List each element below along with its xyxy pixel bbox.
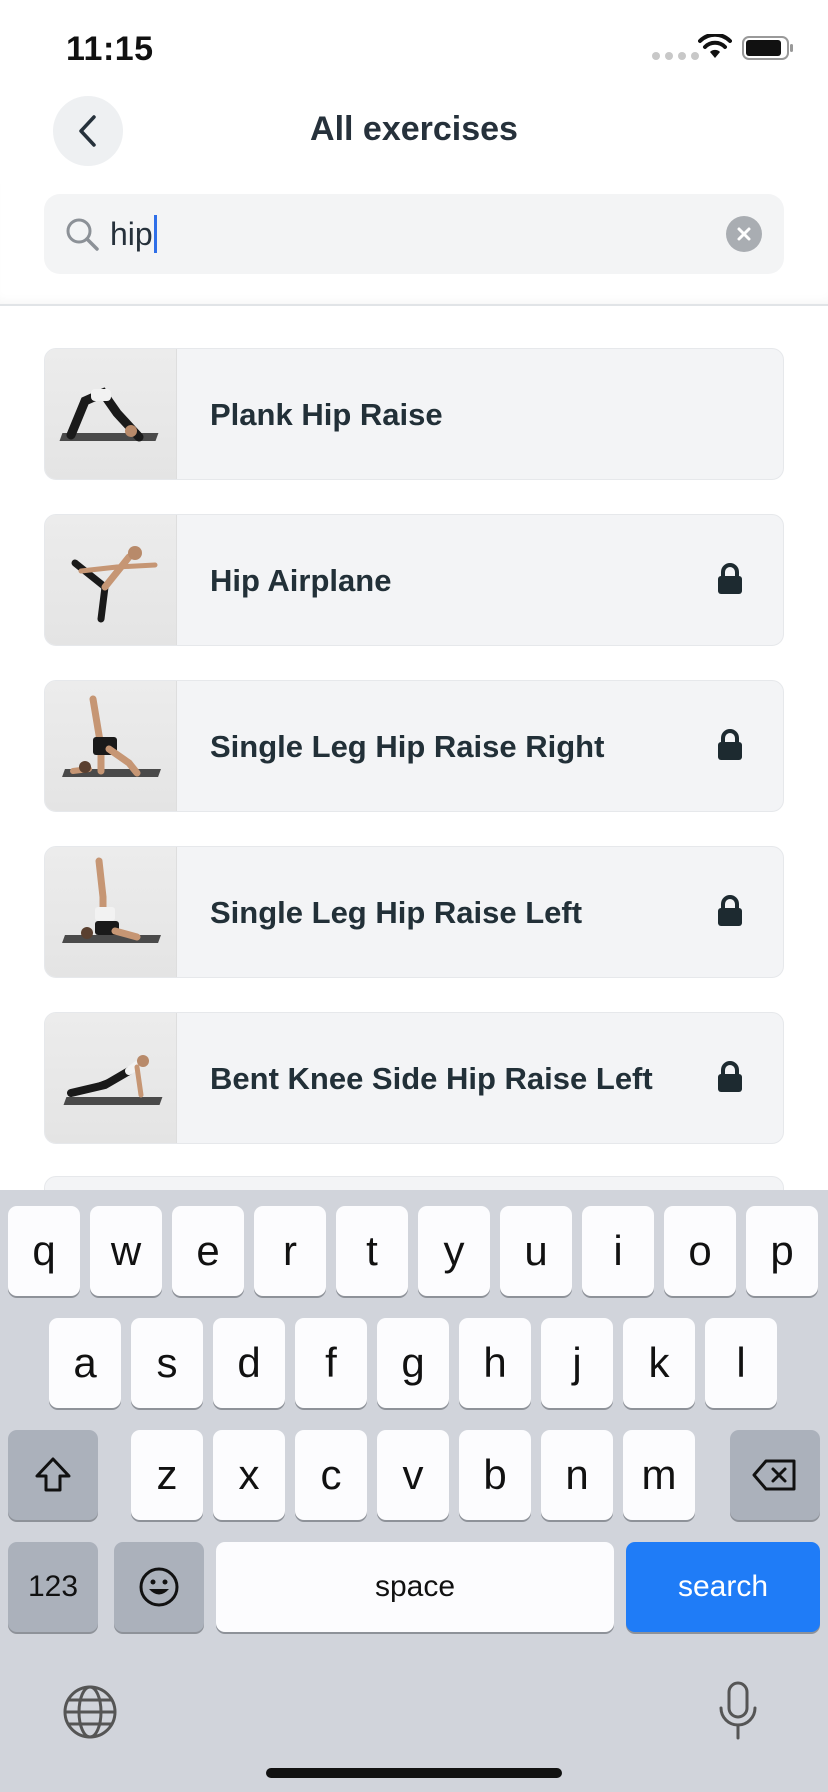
lock-icon — [718, 729, 742, 760]
exercise-item[interactable]: Single Leg Hip Raise Left — [44, 846, 784, 978]
exercise-name: Bent Knee Side Hip Raise Left — [210, 1061, 653, 1096]
navigation-header: All exercises — [0, 96, 828, 184]
exercise-item[interactable]: Bent Knee Side Hip Raise Left — [44, 1012, 784, 1144]
cellular-signal-icon — [652, 52, 699, 60]
key-b[interactable]: b — [459, 1430, 531, 1520]
emoji-icon — [139, 1567, 179, 1607]
key-i[interactable]: i — [582, 1206, 654, 1296]
space-key[interactable]: space — [216, 1542, 614, 1632]
search-field[interactable]: hip — [44, 194, 784, 274]
backspace-icon — [752, 1459, 796, 1491]
key-y[interactable]: y — [418, 1206, 490, 1296]
status-time: 11:15 — [66, 30, 154, 68]
exercise-item[interactable]: Hip Airplane — [44, 514, 784, 646]
search-key[interactable]: search — [626, 1542, 820, 1632]
key-m[interactable]: m — [623, 1430, 695, 1520]
shift-icon — [35, 1457, 71, 1492]
lock-icon — [718, 563, 742, 594]
text-caret — [153, 214, 157, 253]
key-o[interactable]: o — [664, 1206, 736, 1296]
search-input-value: hip — [110, 216, 153, 252]
key-w[interactable]: w — [90, 1206, 162, 1296]
lock-icon — [718, 1061, 742, 1092]
key-h[interactable]: h — [459, 1318, 531, 1408]
battery-icon — [742, 36, 793, 60]
exercise-thumbnail — [45, 681, 177, 811]
exercise-name: Hip Airplane — [210, 563, 392, 598]
search-input[interactable]: hip — [110, 194, 157, 274]
key-n[interactable]: n — [541, 1430, 613, 1520]
key-r[interactable]: r — [254, 1206, 326, 1296]
close-icon — [737, 227, 751, 241]
key-l[interactable]: l — [705, 1318, 777, 1408]
page-title: All exercises — [310, 110, 518, 148]
exercise-item[interactable]: Plank Hip Raise — [44, 348, 784, 480]
numbers-key[interactable]: 123 — [8, 1542, 98, 1632]
exercise-name: Single Leg Hip Raise Left — [210, 895, 583, 930]
exercise-thumbnail — [45, 1013, 177, 1143]
exercise-thumbnail — [45, 847, 177, 977]
lock-icon — [718, 895, 742, 926]
search-icon — [66, 218, 99, 251]
search-area: hip — [0, 184, 828, 306]
exercise-thumbnail — [45, 515, 177, 645]
exercise-item[interactable]: Single Leg Hip Raise Right — [44, 680, 784, 812]
exercise-name: Plank Hip Raise — [210, 397, 443, 432]
key-k[interactable]: k — [623, 1318, 695, 1408]
key-v[interactable]: v — [377, 1430, 449, 1520]
wifi-icon — [698, 34, 732, 58]
key-q[interactable]: q — [8, 1206, 80, 1296]
clear-search-button[interactable] — [726, 216, 762, 252]
key-g[interactable]: g — [377, 1318, 449, 1408]
exercise-name: Single Leg Hip Raise Right — [210, 729, 605, 764]
key-u[interactable]: u — [500, 1206, 572, 1296]
home-indicator — [266, 1768, 562, 1778]
key-c[interactable]: c — [295, 1430, 367, 1520]
key-t[interactable]: t — [336, 1206, 408, 1296]
emoji-key[interactable] — [114, 1542, 204, 1632]
globe-icon[interactable] — [62, 1684, 118, 1740]
key-e[interactable]: e — [172, 1206, 244, 1296]
backspace-key[interactable] — [730, 1430, 820, 1520]
exercise-list: Plank Hip Raise Hip Airplane Single Leg … — [44, 348, 784, 1178]
key-f[interactable]: f — [295, 1318, 367, 1408]
key-s[interactable]: s — [131, 1318, 203, 1408]
shift-key[interactable] — [8, 1430, 98, 1520]
key-x[interactable]: x — [213, 1430, 285, 1520]
exercise-thumbnail — [45, 349, 177, 479]
status-bar: 11:15 — [0, 0, 828, 96]
key-a[interactable]: a — [49, 1318, 121, 1408]
key-p[interactable]: p — [746, 1206, 818, 1296]
key-d[interactable]: d — [213, 1318, 285, 1408]
on-screen-keyboard: q w e r t y u i o p a s d f g h j k l z … — [0, 1190, 828, 1792]
key-z[interactable]: z — [131, 1430, 203, 1520]
microphone-icon[interactable] — [716, 1680, 760, 1742]
key-j[interactable]: j — [541, 1318, 613, 1408]
